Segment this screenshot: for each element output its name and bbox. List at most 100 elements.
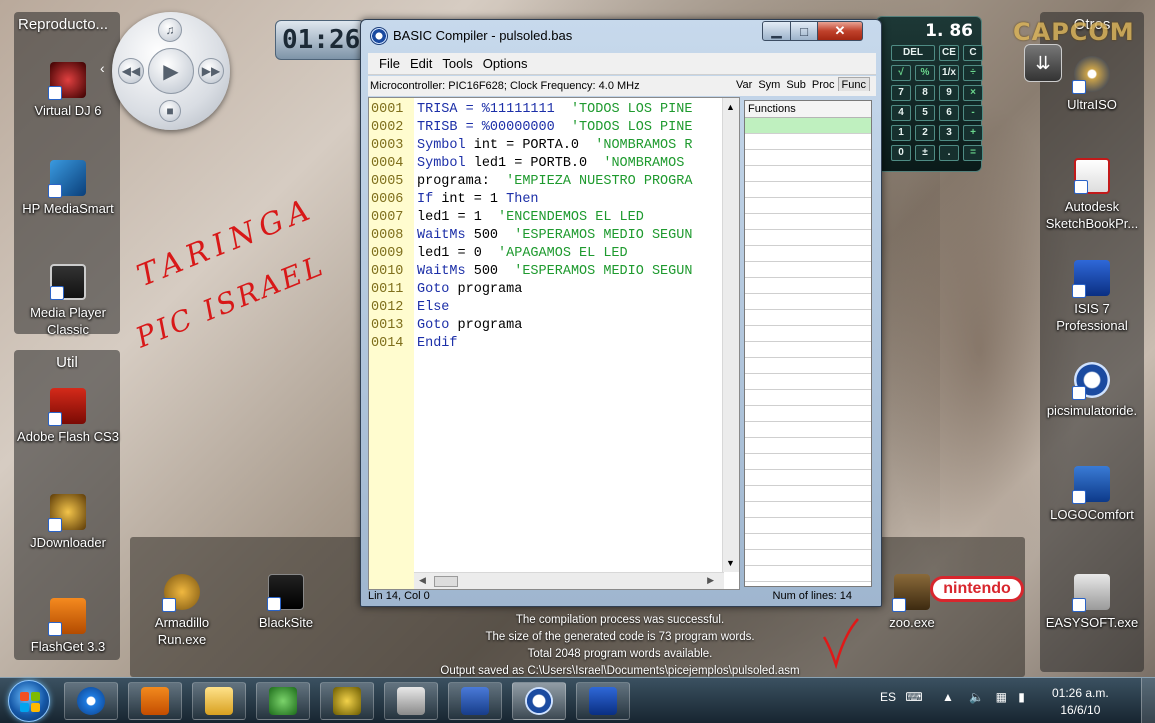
functions-list[interactable]: Functions — [744, 100, 872, 587]
stop-button[interactable]: ■ — [159, 100, 181, 122]
taskbar-word[interactable] — [448, 682, 502, 720]
functions-row[interactable] — [745, 262, 871, 278]
taskbar-explorer[interactable] — [192, 682, 246, 720]
volume-icon[interactable]: 🔈 — [969, 690, 984, 704]
taskbar-isis[interactable] — [576, 682, 630, 720]
desktop-icon-flashget[interactable]: FlashGet 3.3 — [16, 598, 120, 655]
functions-row[interactable] — [745, 390, 871, 406]
functions-row[interactable] — [745, 342, 871, 358]
calculator-key[interactable]: 1/x — [939, 65, 959, 81]
chevron-left-icon[interactable]: ‹ — [100, 60, 105, 76]
taskbar-messenger[interactable] — [256, 682, 310, 720]
calculator-key[interactable]: DEL — [891, 45, 935, 61]
tab-func[interactable]: Func — [837, 77, 870, 91]
calculator-key[interactable]: ± — [915, 145, 935, 161]
functions-row[interactable] — [745, 566, 871, 582]
functions-row[interactable] — [745, 166, 871, 182]
functions-row[interactable] — [745, 214, 871, 230]
functions-row[interactable] — [745, 502, 871, 518]
taskbar-ie[interactable] — [64, 682, 118, 720]
calculator-key[interactable]: √ — [891, 65, 911, 81]
functions-row[interactable] — [745, 534, 871, 550]
functions-row[interactable] — [745, 118, 871, 134]
calculator-key[interactable]: ÷ — [963, 65, 983, 81]
functions-row[interactable] — [745, 454, 871, 470]
desktop-icon-blacksite[interactable]: BlackSite — [234, 574, 338, 631]
calculator-key[interactable]: 0 — [891, 145, 911, 161]
scroll-thumb[interactable] — [434, 576, 458, 587]
calculator-key[interactable]: 9 — [939, 85, 959, 101]
taskbar-media[interactable] — [128, 682, 182, 720]
volume-button[interactable]: ♫ — [158, 18, 182, 42]
functions-row[interactable] — [745, 198, 871, 214]
functions-row[interactable] — [745, 278, 871, 294]
network-icon[interactable]: ▦ — [996, 690, 1007, 704]
calculator-key[interactable]: = — [963, 145, 983, 161]
menu-options[interactable]: Options — [478, 53, 533, 74]
functions-row[interactable] — [745, 182, 871, 198]
calculator-key[interactable]: CE — [939, 45, 959, 61]
calculator-key[interactable]: 3 — [939, 125, 959, 141]
calculator-key[interactable]: 5 — [915, 105, 935, 121]
taskbar-basic-compiler[interactable] — [512, 682, 566, 720]
battery-icon[interactable]: ▮ — [1018, 690, 1025, 704]
taskbar-clock[interactable]: 01:26 a.m. 16/6/10 — [1052, 685, 1109, 719]
play-button[interactable]: ▶ — [148, 48, 194, 94]
desktop-icon-logocomfort[interactable]: LOGOComfort — [1040, 466, 1144, 523]
calculator-key[interactable]: . — [939, 145, 959, 161]
calculator-key[interactable]: % — [915, 65, 935, 81]
functions-row[interactable] — [745, 406, 871, 422]
collapse-gadgets-button[interactable]: ⇊ — [1024, 44, 1062, 82]
functions-row[interactable] — [745, 470, 871, 486]
calculator-key[interactable]: C — [963, 45, 983, 61]
functions-row[interactable] — [745, 518, 871, 534]
functions-row[interactable] — [745, 150, 871, 166]
menu-tools[interactable]: Tools — [437, 53, 477, 74]
functions-row[interactable] — [745, 310, 871, 326]
functions-row[interactable] — [745, 246, 871, 262]
calculator-key[interactable]: 7 — [891, 85, 911, 101]
maximize-button[interactable]: □ — [790, 21, 818, 41]
keyboard-icon[interactable]: ⌨ — [905, 690, 922, 704]
calculator-key[interactable]: 4 — [891, 105, 911, 121]
functions-row[interactable] — [745, 358, 871, 374]
desktop-icon-armadillo[interactable]: Armadillo Run.exe — [130, 574, 234, 648]
tab-var[interactable]: Var — [733, 79, 755, 91]
desktop-icon-jdownloader[interactable]: JDownloader — [16, 494, 120, 551]
calculator-key[interactable]: 8 — [915, 85, 935, 101]
scroll-left-icon[interactable]: ◀ — [419, 575, 426, 586]
scroll-right-icon[interactable]: ▶ — [707, 575, 714, 586]
desktop-icon-picsimulator[interactable]: picsimulatoride. — [1040, 362, 1144, 419]
calculator-key[interactable]: + — [963, 125, 983, 141]
scroll-down-icon[interactable]: ▼ — [726, 558, 735, 568]
functions-row[interactable] — [745, 550, 871, 566]
functions-row[interactable] — [745, 422, 871, 438]
show-hidden-icons-icon[interactable]: ▲ — [942, 690, 954, 704]
show-desktop-button[interactable] — [1141, 678, 1155, 723]
start-button[interactable] — [8, 680, 50, 722]
functions-row[interactable] — [745, 486, 871, 502]
functions-row[interactable] — [745, 326, 871, 342]
taskbar-antivirus[interactable] — [320, 682, 374, 720]
desktop-icon-mpc[interactable]: Media Player Classic — [16, 264, 120, 338]
functions-row[interactable] — [745, 134, 871, 150]
menu-edit[interactable]: Edit — [405, 53, 437, 74]
tab-proc[interactable]: Proc — [809, 79, 838, 91]
title-bar[interactable]: BASIC Compiler - pulsoled.bas ▁ □ ✕ — [361, 20, 881, 50]
functions-row[interactable] — [745, 294, 871, 310]
menu-file[interactable]: File — [374, 53, 405, 74]
vertical-scrollbar[interactable]: ▲ ▼ — [722, 98, 739, 572]
close-button[interactable]: ✕ — [817, 21, 863, 41]
next-button[interactable]: ▶▶ — [198, 58, 224, 84]
calculator-key[interactable]: 1 — [891, 125, 911, 141]
desktop-icon-flash[interactable]: Adobe Flash CS3 — [16, 388, 120, 445]
desktop-icon-isis[interactable]: ISIS 7 Professional — [1040, 260, 1144, 334]
desktop-icon-easysoft[interactable]: EASYSOFT.exe — [1040, 574, 1144, 631]
code-editor[interactable]: ▲ ▼ ◀ ▶ 0001 TRISA = %11111111 'TODOS LOS… — [368, 97, 740, 590]
calculator-key[interactable]: - — [963, 105, 983, 121]
desktop-icon-hpmediasmart[interactable]: HP MediaSmart — [16, 160, 120, 217]
tab-sub[interactable]: Sub — [783, 79, 809, 91]
calculator-key[interactable]: × — [963, 85, 983, 101]
desktop-icon-sketchbook[interactable]: Autodesk SketchBookPr... — [1040, 158, 1144, 232]
previous-button[interactable]: ◀◀ — [118, 58, 144, 84]
